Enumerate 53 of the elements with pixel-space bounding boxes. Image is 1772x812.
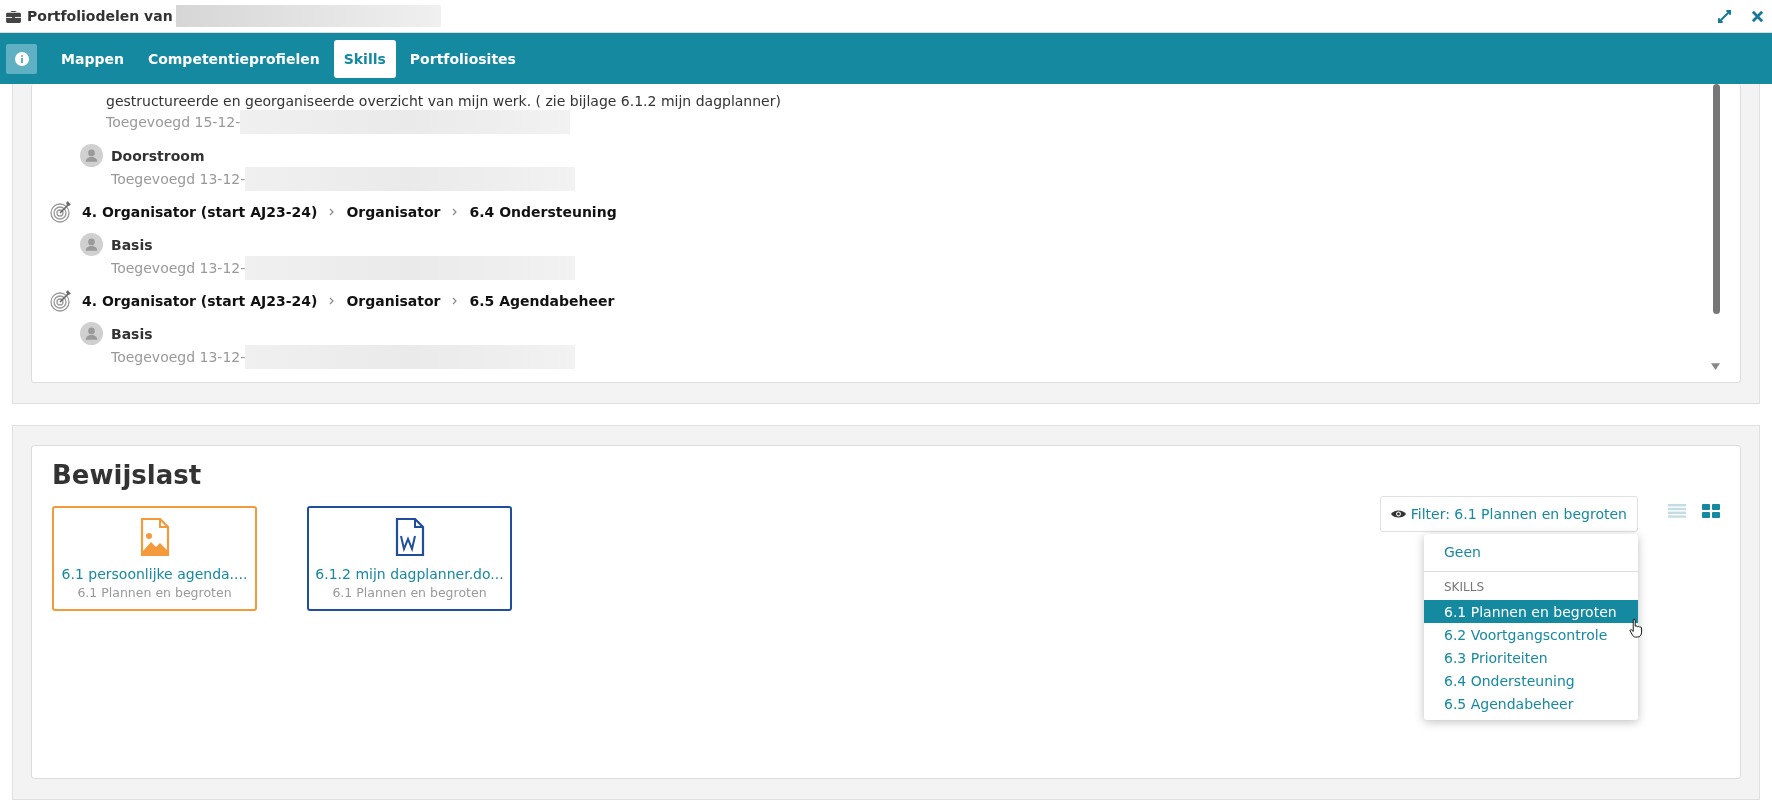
word-file-icon [393, 518, 426, 556]
breadcrumb-item: 6.5 Agendabeheer [469, 293, 615, 309]
dropdown-item[interactable]: 6.3 Prioriteiten [1424, 646, 1638, 669]
target-icon [50, 290, 72, 312]
level-label: Basis [111, 236, 153, 253]
file-name[interactable]: 6.1.2 mijn dagplanner.do... [315, 566, 504, 582]
eye-icon [1390, 509, 1406, 519]
dropdown-item[interactable]: 6.5 Agendabeheer [1424, 692, 1638, 715]
file-skill: 6.1 Plannen en begroten [332, 585, 487, 600]
info-button[interactable] [6, 43, 37, 74]
scroll-down-icon[interactable] [1711, 363, 1720, 370]
briefcase-icon [6, 9, 21, 23]
nav-tab[interactable]: Competentieprofielen [137, 39, 330, 78]
window-title: Portfoliodelen van [27, 8, 173, 24]
file-name[interactable]: 6.1 persoonlijke agenda.... [61, 566, 248, 582]
avatar-icon [80, 233, 103, 256]
file-skill: 6.1 Plannen en begroten [77, 585, 232, 600]
nav-tab[interactable]: Portfoliosites [399, 39, 526, 78]
info-icon [14, 51, 29, 66]
breadcrumb-item: Organisator [346, 204, 441, 220]
file-card[interactable]: 6.1.2 mijn dagplanner.do... 6.1 Plannen en begroten [307, 506, 512, 611]
added-date: Toegevoegd 13-12- [111, 260, 246, 276]
image-file-icon [138, 518, 171, 556]
avatar-icon [80, 144, 103, 167]
chevron-icon [329, 297, 335, 305]
breadcrumb-item: 4. Organisator (start AJ23-24) [82, 204, 318, 220]
level-label: Basis [111, 325, 153, 342]
dropdown-header: SKILLS [1443, 580, 1485, 596]
chevron-icon [329, 208, 335, 216]
breadcrumb-item: Organisator [346, 293, 441, 309]
scrollbar-thumb[interactable] [1712, 84, 1720, 314]
dropdown-item[interactable]: Geen [1424, 539, 1638, 565]
chevron-icon [452, 208, 458, 216]
dropdown-item[interactable]: 6.1 Plannen en begroten [1424, 600, 1638, 623]
grid-view-icon[interactable] [1702, 504, 1720, 518]
level-label: Doorstroom [111, 147, 205, 164]
target-icon [50, 201, 72, 223]
nav-tab[interactable]: Mappen [51, 39, 134, 78]
close-icon[interactable] [1751, 9, 1764, 23]
section-heading: Bewijslast [52, 460, 203, 490]
dropdown-item[interactable]: 6.4 Ondersteuning [1424, 669, 1638, 692]
added-date: Toegevoegd 13-12- [111, 171, 246, 187]
nav-tab[interactable]: Skills [333, 39, 396, 78]
added-date: Toegevoegd 15-12- [106, 114, 241, 130]
breadcrumb-item: 4. Organisator (start AJ23-24) [82, 293, 318, 309]
breadcrumb-item: 6.4 Ondersteuning [469, 204, 617, 220]
comment-text: gestructureerde en georganiseerde overzicht van mijn werk. ( zie bijlage 6.1.2 mijn dagplanner) [106, 92, 782, 110]
filter-button[interactable]: Filter: 6.1 Plannen en begroten [1379, 496, 1638, 532]
avatar-icon [80, 322, 103, 345]
expand-icon[interactable] [1718, 9, 1731, 23]
file-card[interactable]: 6.1 persoonlijke agenda.... 6.1 Plannen en begroten [52, 506, 257, 611]
added-date: Toegevoegd 13-12- [111, 349, 246, 365]
chevron-icon [452, 297, 458, 305]
